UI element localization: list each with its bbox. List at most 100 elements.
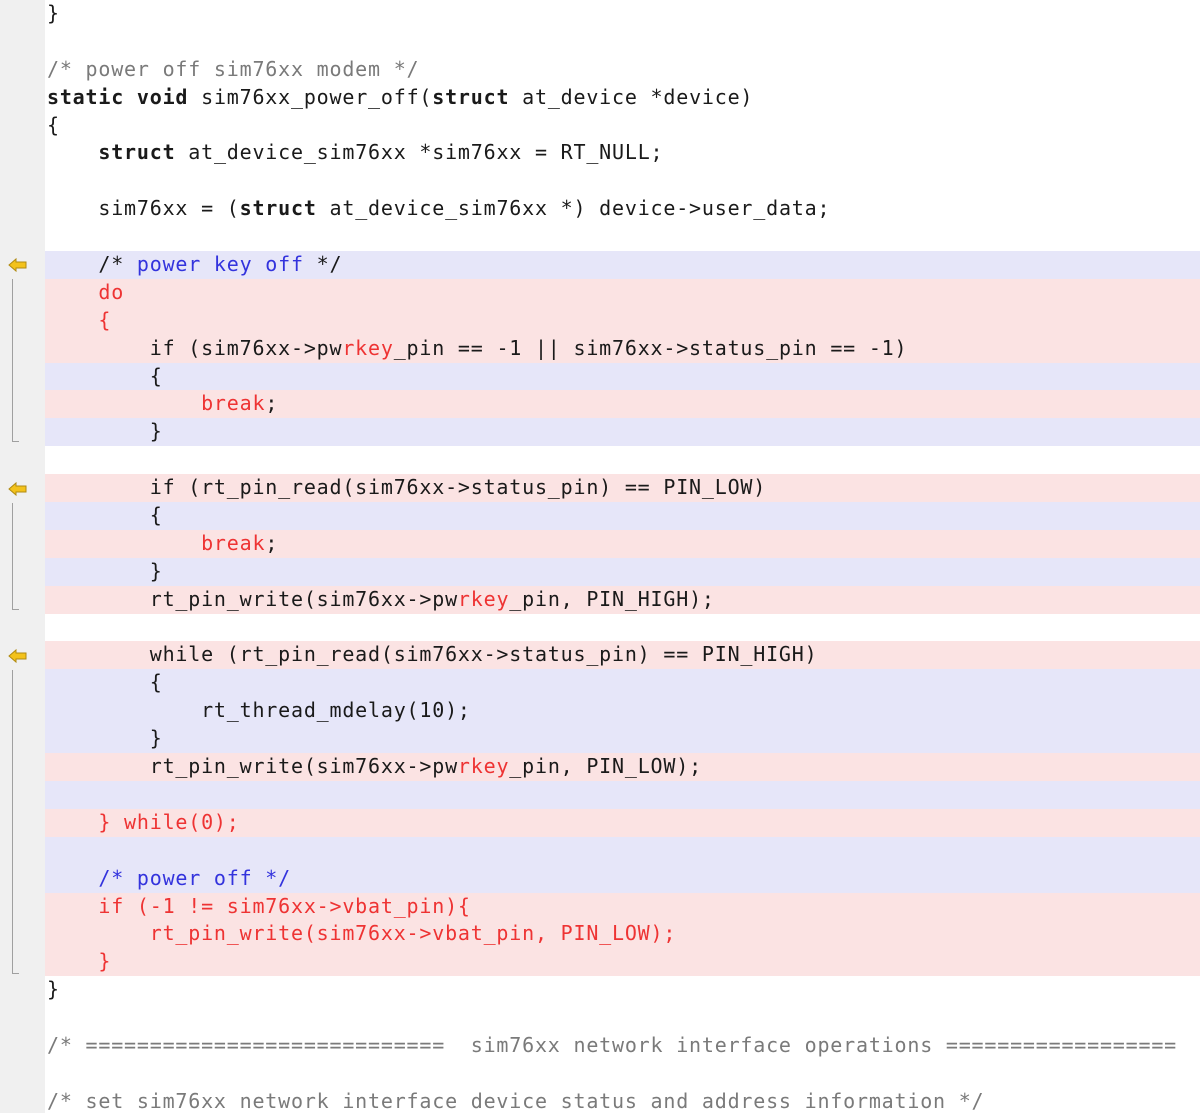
code-token: if (sim76xx->pw: [47, 335, 343, 360]
code-token: _pin, PIN_LOW);: [509, 754, 702, 779]
diff-marker-arrow-icon[interactable]: [8, 648, 28, 664]
code-token: rkey: [342, 335, 394, 360]
code-token: struct: [239, 196, 317, 221]
code-line[interactable]: [45, 223, 1200, 251]
code-token: if (-1 != sim76xx->vbat_pin){: [47, 893, 471, 918]
code-line[interactable]: {: [45, 306, 1200, 335]
code-line[interactable]: [45, 1060, 1200, 1088]
diff-marker-arrow-icon[interactable]: [8, 481, 28, 497]
code-line[interactable]: rt_pin_write(sim76xx->pwrkey_pin, PIN_HI…: [45, 585, 1200, 614]
code-line[interactable]: /* power key off */: [45, 251, 1200, 279]
code-token: {: [47, 503, 163, 528]
code-token: rt_pin_write(sim76xx->pw: [47, 754, 458, 779]
code-line[interactable]: /* power off */: [45, 864, 1200, 893]
code-line[interactable]: {: [45, 112, 1200, 140]
code-token: struct: [432, 84, 510, 109]
code-line[interactable]: {: [45, 362, 1200, 391]
code-line[interactable]: struct at_device_sim76xx *sim76xx = RT_N…: [45, 139, 1200, 167]
code-token: rt_thread_mdelay(10);: [47, 698, 471, 723]
code-token: while (rt_pin_read(sim76xx->status_pin) …: [47, 642, 818, 667]
code-line[interactable]: /* set sim76xx network interface device …: [45, 1088, 1200, 1113]
code-line[interactable]: [45, 167, 1200, 195]
code-token: struct: [98, 140, 176, 165]
code-token: void: [136, 84, 189, 109]
code-line[interactable]: [45, 1004, 1200, 1032]
code-token: /* power off */: [47, 865, 291, 890]
code-token: power key off: [136, 252, 304, 277]
code-line[interactable]: }: [45, 0, 1200, 28]
code-token: ;: [265, 391, 279, 416]
code-line[interactable]: if (rt_pin_read(sim76xx->status_pin) == …: [45, 474, 1200, 503]
code-token: /* power off sim76xx modem */: [47, 56, 420, 81]
code-line[interactable]: rt_thread_mdelay(10);: [45, 697, 1200, 726]
code-token: do: [47, 279, 125, 304]
code-token: }: [47, 558, 163, 583]
code-line[interactable]: rt_pin_write(sim76xx->pwrkey_pin, PIN_LO…: [45, 753, 1200, 781]
code-line[interactable]: do: [45, 278, 1200, 307]
code-token: } while(0);: [47, 809, 240, 834]
code-line[interactable]: {: [45, 669, 1200, 698]
code-line[interactable]: }: [45, 948, 1200, 977]
code-line[interactable]: [45, 780, 1200, 809]
code-token: }: [47, 977, 60, 1002]
code-token: }: [47, 1, 60, 25]
code-token: ak: [239, 530, 266, 555]
code-line[interactable]: }: [45, 976, 1200, 1004]
code-line[interactable]: if (sim76xx->pwrkey_pin == -1 || sim76xx…: [45, 334, 1200, 363]
diff-hunk-bracket: [12, 670, 19, 974]
code-token: }: [47, 949, 112, 974]
code-token: at_device_sim76xx *) device->user_data;: [316, 196, 831, 221]
code-line[interactable]: {: [45, 502, 1200, 530]
code-line[interactable]: [45, 836, 1200, 865]
code-line[interactable]: /* ============================ sim76xx …: [45, 1032, 1200, 1060]
code-line[interactable]: static void sim76xx_power_off(struct at_…: [45, 84, 1200, 112]
code-line[interactable]: }: [45, 557, 1200, 586]
code-line[interactable]: break;: [45, 390, 1200, 419]
code-token: rkey: [457, 754, 510, 779]
code-token: bre: [47, 530, 240, 555]
diff-hunk-bracket: [12, 503, 19, 610]
code-line[interactable]: rt_pin_write(sim76xx->vbat_pin, PIN_LOW)…: [45, 920, 1200, 949]
code-line[interactable]: } while(0);: [45, 808, 1200, 837]
code-line[interactable]: }: [45, 418, 1200, 447]
code-line[interactable]: sim76xx = (struct at_device_sim76xx *) d…: [45, 195, 1200, 223]
diff-hunk-bracket: [12, 279, 19, 442]
code-token: sim76xx_power_off(: [188, 84, 433, 109]
code-token: */: [303, 252, 343, 277]
code-token: _pin == -1 || sim76xx->status_pin == -1): [393, 335, 908, 360]
code-token: _pin, PIN_HIGH);: [509, 586, 715, 611]
code-token: if (rt_pin_read(sim76xx->status_pin) == …: [47, 475, 767, 500]
code-line[interactable]: [45, 446, 1200, 474]
code-token: }: [47, 419, 163, 444]
code-token: ak: [239, 391, 266, 416]
code-token: ;: [265, 530, 279, 555]
code-token: static: [47, 84, 125, 109]
code-token: rt_pin_write(sim76xx->pw: [47, 586, 458, 611]
code-token: /* ============================ sim76xx …: [47, 1032, 1178, 1057]
code-token: rkey: [457, 586, 510, 611]
code-token: {: [47, 670, 163, 695]
code-token: /* set sim76xx network interface device …: [47, 1088, 985, 1113]
code-line[interactable]: if (-1 != sim76xx->vbat_pin){: [45, 892, 1200, 921]
code-token: rt_pin_write(sim76xx->vbat_pin, PIN_LOW)…: [47, 921, 677, 946]
code-token: bre: [47, 391, 240, 416]
diff-gutter: [0, 0, 45, 1113]
code-line[interactable]: }: [45, 725, 1200, 754]
code-line[interactable]: /* power off sim76xx modem */: [45, 56, 1200, 84]
code-token: at_device_sim76xx *sim76xx = RT_NULL;: [175, 140, 664, 165]
code-token: {: [47, 363, 163, 388]
code-token: {: [47, 112, 60, 137]
code-token: /*: [47, 252, 137, 277]
code-token: {: [47, 307, 112, 332]
code-token: sim76xx = (: [47, 196, 240, 221]
code-token: at_device *device): [509, 84, 754, 109]
code-line[interactable]: while (rt_pin_read(sim76xx->status_pin) …: [45, 641, 1200, 670]
code-line[interactable]: [45, 614, 1200, 642]
code-token: }: [47, 726, 163, 751]
code-line[interactable]: break;: [45, 529, 1200, 558]
code-line[interactable]: [45, 28, 1200, 56]
diff-marker-arrow-icon[interactable]: [8, 257, 28, 273]
code-editor[interactable]: } /* power off sim76xx modem */ static voi…: [45, 0, 1200, 1113]
